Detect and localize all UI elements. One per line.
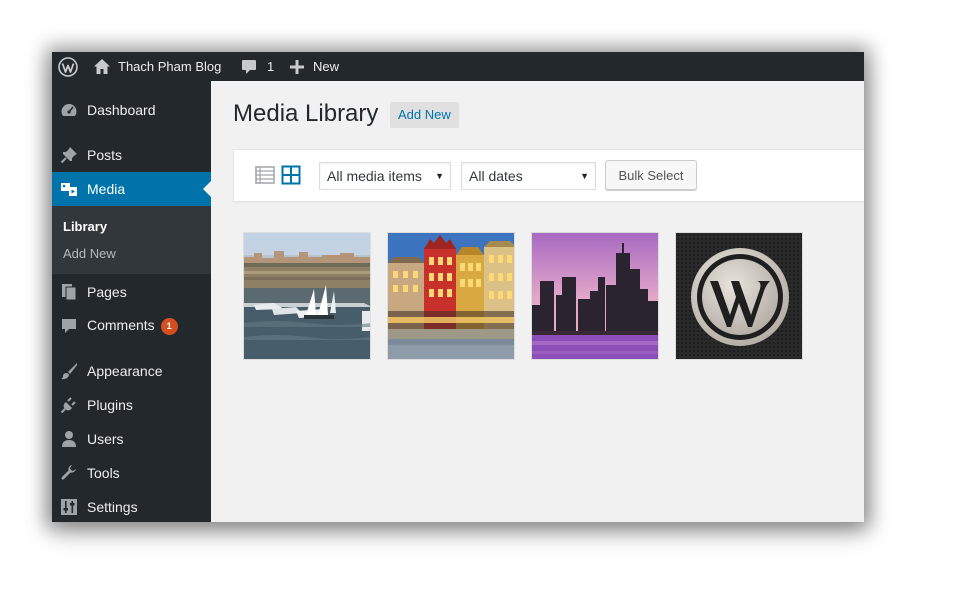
comments-label: Comments — [87, 317, 155, 334]
media-submenu: Library Add New — [52, 206, 211, 274]
pages-icon — [60, 283, 78, 301]
media-icon — [60, 180, 78, 198]
menu-item-tools[interactable]: Tools — [52, 456, 211, 490]
menu-label-media: Media — [87, 181, 126, 197]
home-icon — [93, 58, 111, 75]
menu-item-pages[interactable]: Pages — [52, 275, 211, 309]
site-name: Thach Pham Blog — [118, 59, 222, 74]
submenu-add-new[interactable]: Add New — [63, 246, 116, 261]
grid-view-icon[interactable] — [281, 165, 301, 185]
dashboard-icon — [60, 101, 78, 119]
menu-item-appearance[interactable]: Appearance — [52, 354, 211, 388]
pushpin-icon — [60, 146, 78, 164]
new-label: New — [313, 59, 340, 74]
comments-badge: 1 — [160, 317, 178, 335]
plus-icon — [290, 59, 304, 74]
media-type-filter[interactable]: All media items ▼ — [319, 162, 451, 190]
menu-label-posts: Posts — [87, 147, 123, 163]
chevron-down-icon: ▼ — [580, 171, 589, 181]
menu-label-dashboard: Dashboard — [87, 102, 156, 118]
menu-label-pages: Pages — [87, 284, 127, 300]
plug-icon — [60, 396, 78, 414]
admin-bar: Thach Pham Blog 1 New — [52, 52, 864, 81]
menu-item-comments[interactable]: Comments 1 — [52, 309, 211, 343]
menu-item-posts[interactable]: Posts — [52, 138, 211, 172]
date-filter[interactable]: All dates ▼ — [461, 162, 596, 190]
menu-label-tools: Tools — [87, 465, 120, 481]
paintbrush-icon — [60, 362, 78, 380]
add-new-button[interactable]: Add New — [390, 102, 459, 128]
admin-window: Thach Pham Blog 1 New Dashboard Posts Me… — [52, 52, 864, 522]
media-type-filter-value: All media items — [327, 168, 422, 184]
comments-icon — [60, 317, 78, 335]
admin-sidebar: Dashboard Posts Media Library Add New Pa… — [52, 81, 211, 522]
media-item-wordpress-logo[interactable] — [675, 232, 803, 360]
sliders-icon — [60, 498, 78, 516]
menu-item-settings[interactable]: Settings — [52, 490, 211, 522]
wrench-icon — [60, 464, 78, 482]
media-item-houses[interactable] — [387, 232, 515, 360]
media-item-skyline[interactable] — [531, 232, 659, 360]
menu-item-users[interactable]: Users — [52, 422, 211, 456]
new-content-link[interactable]: New — [290, 52, 339, 81]
media-toolbar: All media items ▼ All dates ▼ Bulk Selec… — [233, 149, 864, 202]
date-filter-value: All dates — [469, 168, 523, 184]
media-item-harbor[interactable] — [243, 232, 371, 360]
menu-label-plugins: Plugins — [87, 397, 133, 413]
list-view-icon[interactable] — [255, 165, 275, 185]
site-name-link[interactable]: Thach Pham Blog — [93, 52, 221, 81]
menu-item-media[interactable]: Media — [52, 172, 211, 206]
menu-label-comments: Comments 1 — [87, 317, 178, 335]
user-icon — [60, 430, 78, 448]
comments-link[interactable]: 1 — [241, 52, 274, 81]
chevron-down-icon: ▼ — [435, 171, 444, 181]
bulk-select-button[interactable]: Bulk Select — [605, 160, 697, 190]
menu-label-users: Users — [87, 431, 124, 447]
menu-item-plugins[interactable]: Plugins — [52, 388, 211, 422]
submenu-library[interactable]: Library — [63, 219, 107, 234]
comments-count: 1 — [267, 59, 275, 74]
menu-item-dashboard[interactable]: Dashboard — [52, 93, 211, 127]
menu-label-appearance: Appearance — [87, 363, 163, 379]
page-title: Media Library — [233, 100, 379, 127]
comment-bubble-icon — [241, 59, 257, 75]
wordpress-logo-icon[interactable] — [58, 52, 78, 81]
menu-label-settings: Settings — [87, 499, 138, 515]
